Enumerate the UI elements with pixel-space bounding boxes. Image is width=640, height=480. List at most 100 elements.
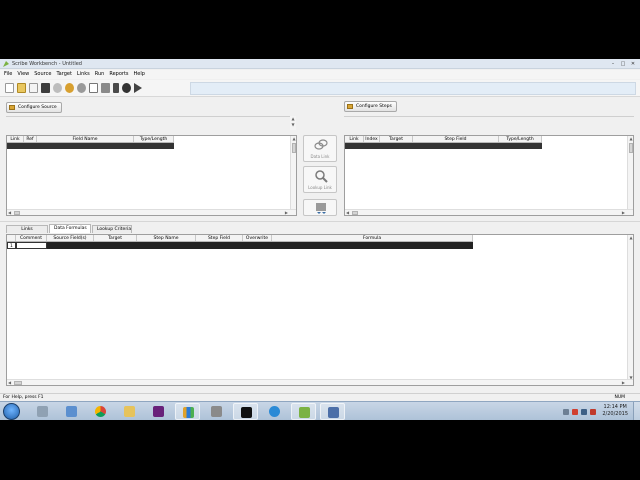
tab-data-formulas[interactable]: Data Formulas bbox=[49, 224, 91, 233]
minimize-icon[interactable]: – bbox=[610, 61, 616, 67]
tab-lookup-criteria[interactable]: Lookup Criteria bbox=[92, 225, 132, 233]
target-grid-row[interactable] bbox=[345, 143, 542, 149]
tray-volume-icon[interactable] bbox=[590, 409, 596, 415]
taskbar-clock[interactable]: 12:14 PM 2/20/2015 bbox=[602, 404, 628, 418]
close-icon[interactable]: ✕ bbox=[630, 61, 636, 67]
menu-links[interactable]: Links bbox=[77, 70, 90, 79]
source-grid-vscroll[interactable]: ▲ bbox=[290, 136, 296, 211]
data-formulas-grid[interactable]: Comment Source Field(s) Target Step Name… bbox=[6, 234, 634, 386]
menu-run[interactable]: Run bbox=[95, 70, 105, 79]
ie-icon bbox=[66, 406, 77, 417]
menu-file[interactable]: File bbox=[4, 70, 12, 79]
formulas-row[interactable]: 1 bbox=[7, 242, 473, 249]
taskbar-scribe[interactable] bbox=[291, 403, 316, 420]
print-icon[interactable] bbox=[101, 83, 110, 93]
taskbar-network-tool[interactable] bbox=[204, 403, 229, 420]
disk-icon bbox=[316, 203, 326, 214]
source-icon[interactable] bbox=[53, 83, 62, 93]
target-col-target[interactable]: Target bbox=[380, 136, 413, 142]
more-links-button[interactable] bbox=[303, 199, 337, 216]
taskbar-scribe-console[interactable] bbox=[320, 403, 345, 420]
open-icon[interactable] bbox=[17, 83, 26, 93]
flag-icon[interactable] bbox=[113, 83, 119, 93]
maximize-icon[interactable]: □ bbox=[620, 61, 626, 67]
source-col-field-name[interactable]: Field Name bbox=[37, 136, 134, 142]
lookup-link-button[interactable]: Lookup Link bbox=[303, 166, 337, 193]
taskbar-visual-studio[interactable] bbox=[146, 403, 171, 420]
target-icon[interactable] bbox=[65, 83, 74, 93]
formulas-grid-vscroll[interactable]: ▲ ▼ bbox=[627, 235, 633, 381]
formulas-col-formula[interactable]: Formula bbox=[272, 235, 473, 241]
formulas-row-cells[interactable] bbox=[47, 242, 473, 249]
settings-icon[interactable] bbox=[77, 83, 86, 93]
formulas-col-overwrite[interactable]: Overwrite bbox=[243, 235, 272, 241]
tray-network-icon[interactable] bbox=[581, 409, 587, 415]
configure-source-label: Configure Source bbox=[18, 105, 57, 110]
scribe-console-icon bbox=[328, 407, 339, 418]
menu-reports[interactable]: Reports bbox=[109, 70, 128, 79]
new-icon[interactable] bbox=[5, 83, 14, 93]
target-grid-hscroll[interactable]: ◀ ▶ bbox=[345, 209, 633, 215]
formulas-grid-hscroll[interactable]: ◀ ▶ bbox=[7, 379, 633, 385]
target-grid-vscroll[interactable]: ▲ bbox=[627, 136, 633, 211]
tray-flag-icon[interactable] bbox=[572, 409, 578, 415]
pane-splitter[interactable] bbox=[0, 221, 640, 222]
target-step-grid[interactable]: Link Index Target Step Field Type/Length… bbox=[344, 135, 634, 216]
run-icon[interactable] bbox=[134, 83, 142, 93]
formulas-col-source-fields[interactable]: Source Field(s) bbox=[47, 235, 94, 241]
configure-steps-button[interactable]: Configure Steps bbox=[344, 101, 397, 112]
source-config-icon bbox=[9, 105, 15, 110]
taskbar-chrome[interactable] bbox=[88, 403, 113, 420]
target-col-type-length[interactable]: Type/Length bbox=[499, 136, 542, 142]
source-grid-hscroll[interactable]: ◀ ▶ bbox=[7, 209, 296, 215]
formulas-col-step-field[interactable]: Step Field bbox=[196, 235, 243, 241]
tray-arrow-icon[interactable] bbox=[563, 409, 569, 415]
target-col-link[interactable]: Link bbox=[345, 136, 364, 142]
menu-help[interactable]: Help bbox=[134, 70, 145, 79]
save-icon[interactable] bbox=[41, 83, 50, 93]
taskbar-folder[interactable] bbox=[117, 403, 142, 420]
tab-links[interactable]: Links bbox=[6, 225, 48, 233]
source-top-scrollbar[interactable]: ▲ ▼ bbox=[290, 116, 296, 130]
cmd-icon bbox=[241, 407, 252, 418]
network-tool-icon bbox=[211, 406, 222, 417]
taskbar-chart-app[interactable] bbox=[175, 403, 200, 420]
system-tray bbox=[563, 404, 596, 415]
desktop-screen: Scribe Workbench - Untitled – □ ✕ File V… bbox=[0, 59, 640, 420]
taskbar-ie[interactable] bbox=[59, 403, 84, 420]
menu-target[interactable]: Target bbox=[56, 70, 71, 79]
visual-studio-icon bbox=[153, 406, 164, 417]
source-col-link[interactable]: Link bbox=[7, 136, 24, 142]
open-recent-icon[interactable] bbox=[29, 83, 38, 93]
source-grid-row[interactable] bbox=[7, 143, 174, 149]
show-desktop-button[interactable] bbox=[633, 402, 640, 420]
clock-time: 12:14 PM bbox=[603, 404, 627, 410]
taskbar-explorer[interactable] bbox=[30, 403, 55, 420]
menu-view[interactable]: View bbox=[17, 70, 29, 79]
target-grid-header: Link Index Target Step Field Type/Length bbox=[345, 136, 542, 143]
formulas-col-comment[interactable]: Comment bbox=[16, 235, 47, 241]
formulas-row-comment-cell[interactable] bbox=[16, 242, 47, 249]
data-link-button[interactable]: Data Link bbox=[303, 135, 337, 162]
formulas-col-step-name[interactable]: Step Name bbox=[137, 235, 196, 241]
source-grid-header: Link Ref Field Name Type/Length bbox=[7, 136, 174, 143]
source-col-type-length[interactable]: Type/Length bbox=[134, 136, 174, 142]
configure-source-button[interactable]: Configure Source bbox=[6, 102, 62, 113]
scribe-icon bbox=[299, 407, 310, 418]
target-col-step-field[interactable]: Step Field bbox=[413, 136, 499, 142]
taskbar-ie-blue[interactable] bbox=[262, 403, 287, 420]
taskbar-cmd[interactable] bbox=[233, 403, 258, 420]
toolbar bbox=[0, 80, 640, 97]
explorer-icon bbox=[37, 406, 48, 417]
source-col-ref[interactable]: Ref bbox=[24, 136, 37, 142]
window-title: Scribe Workbench - Untitled bbox=[12, 61, 82, 67]
target-col-index[interactable]: Index bbox=[364, 136, 380, 142]
start-button-icon[interactable] bbox=[3, 403, 20, 420]
lookup-link-label: Lookup Link bbox=[308, 185, 332, 190]
formulas-col-target[interactable]: Target bbox=[94, 235, 137, 241]
report-icon[interactable] bbox=[89, 83, 98, 93]
menu-source[interactable]: Source bbox=[34, 70, 51, 79]
configure-steps-label: Configure Steps bbox=[356, 104, 392, 109]
check-icon[interactable] bbox=[122, 83, 131, 93]
source-field-grid[interactable]: Link Ref Field Name Type/Length ▲ ◀ ▶ bbox=[6, 135, 297, 216]
